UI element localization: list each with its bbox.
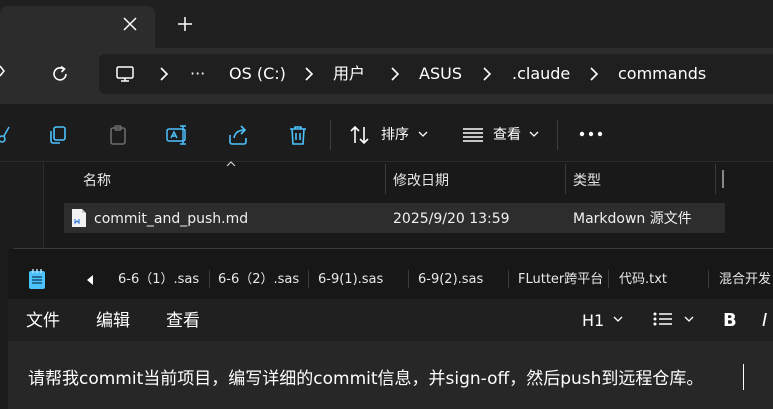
file-name: commit_and_push.md — [94, 211, 249, 227]
chevron-down-icon[interactable] — [418, 130, 428, 138]
breadcrumb-os-c[interactable]: OS (C:) — [229, 64, 286, 84]
command-divider — [557, 120, 558, 150]
text-cursor — [743, 364, 744, 390]
menu-edit[interactable]: 编辑 — [96, 311, 130, 331]
list-format-icon[interactable] — [653, 311, 673, 327]
delete-icon[interactable] — [287, 124, 309, 146]
column-header-date[interactable]: 修改日期 — [393, 172, 449, 190]
scroll-tabs-left-icon[interactable] — [86, 274, 94, 286]
chevron-down-icon[interactable] — [529, 130, 539, 138]
computer-icon — [115, 64, 135, 84]
sort-icon[interactable] — [349, 124, 371, 146]
share-icon[interactable] — [227, 124, 249, 146]
column-divider[interactable] — [565, 164, 566, 194]
notepad-tab[interactable]: 代码.txt — [619, 272, 667, 288]
menu-file[interactable]: 文件 — [26, 311, 60, 331]
chevron-right-icon[interactable] — [158, 66, 170, 82]
menu-view[interactable]: 查看 — [166, 311, 200, 331]
copy-icon[interactable] — [47, 124, 69, 146]
bold-button[interactable]: B — [723, 311, 737, 331]
tab-divider — [608, 270, 609, 288]
notepad-tab[interactable]: 混合开发 — [719, 272, 773, 288]
command-divider — [330, 120, 331, 150]
new-tab-icon[interactable] — [177, 16, 193, 32]
address-overflow[interactable]: ··· — [190, 64, 205, 84]
markdown-file-icon — [71, 208, 87, 228]
paste-icon[interactable] — [107, 124, 129, 146]
tab-divider — [508, 270, 509, 288]
notepad-tab[interactable]: FLutter跨平台 — [518, 272, 604, 288]
tab-divider — [209, 270, 210, 288]
chevron-right-icon[interactable] — [389, 66, 401, 82]
breadcrumb-claude[interactable]: .claude — [512, 64, 570, 84]
notepad-app-icon — [28, 268, 46, 290]
chevron-right-icon[interactable] — [303, 66, 315, 82]
tab-divider — [708, 270, 709, 288]
chevron-right-icon[interactable] — [481, 66, 493, 82]
tab-divider — [308, 270, 309, 288]
heading-level-select[interactable]: H1 — [582, 311, 604, 331]
notepad-tab[interactable]: 6-9(2).sas — [418, 272, 483, 288]
sort-ascending-icon — [226, 161, 236, 167]
notepad-tab[interactable]: 6-6（1）.sas — [118, 272, 199, 288]
refresh-icon[interactable] — [51, 65, 69, 83]
column-header-type[interactable]: 类型 — [573, 172, 601, 190]
chevron-right-icon[interactable] — [588, 66, 600, 82]
chevron-down-icon[interactable] — [613, 315, 623, 323]
file-type: Markdown 源文件 — [573, 211, 692, 227]
breadcrumb-asus[interactable]: ASUS — [419, 64, 462, 84]
sort-button[interactable]: 排序 — [381, 126, 409, 144]
file-modified-date: 2025/9/20 13:59 — [393, 211, 510, 227]
column-divider[interactable] — [715, 164, 716, 194]
breadcrumb-commands[interactable]: commands — [618, 64, 706, 84]
italic-button[interactable]: I — [762, 311, 767, 331]
column-header-size-partial[interactable] — [722, 170, 728, 188]
more-options-icon[interactable] — [579, 131, 603, 137]
up-arrow-icon[interactable] — [0, 64, 10, 84]
tab-divider — [408, 270, 409, 288]
notepad-tab[interactable]: 6-9(1).sas — [318, 272, 383, 288]
close-tab-icon[interactable] — [122, 16, 138, 32]
chevron-down-icon[interactable] — [684, 315, 694, 323]
column-divider[interactable] — [385, 164, 386, 194]
cut-icon[interactable] — [0, 124, 10, 144]
view-button[interactable]: 查看 — [493, 126, 521, 144]
view-icon[interactable] — [462, 126, 484, 144]
editor-content[interactable]: 请帮我commit当前项目，编写详细的commit信息，并sign-off，然后… — [28, 369, 703, 389]
column-header-name[interactable]: 名称 — [83, 172, 111, 190]
notepad-tab[interactable]: 6-6（2）.sas — [218, 272, 299, 288]
rename-icon[interactable] — [166, 124, 190, 146]
breadcrumb-users[interactable]: 用户 — [333, 64, 365, 84]
